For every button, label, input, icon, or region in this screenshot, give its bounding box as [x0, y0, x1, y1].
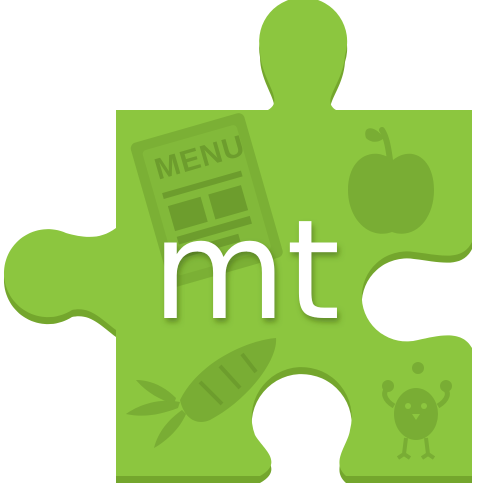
logo-canvas: MENU mt: [0, 0, 492, 496]
logo: MENU mt: [3, 0, 472, 484]
logo-text: mt: [152, 190, 341, 351]
